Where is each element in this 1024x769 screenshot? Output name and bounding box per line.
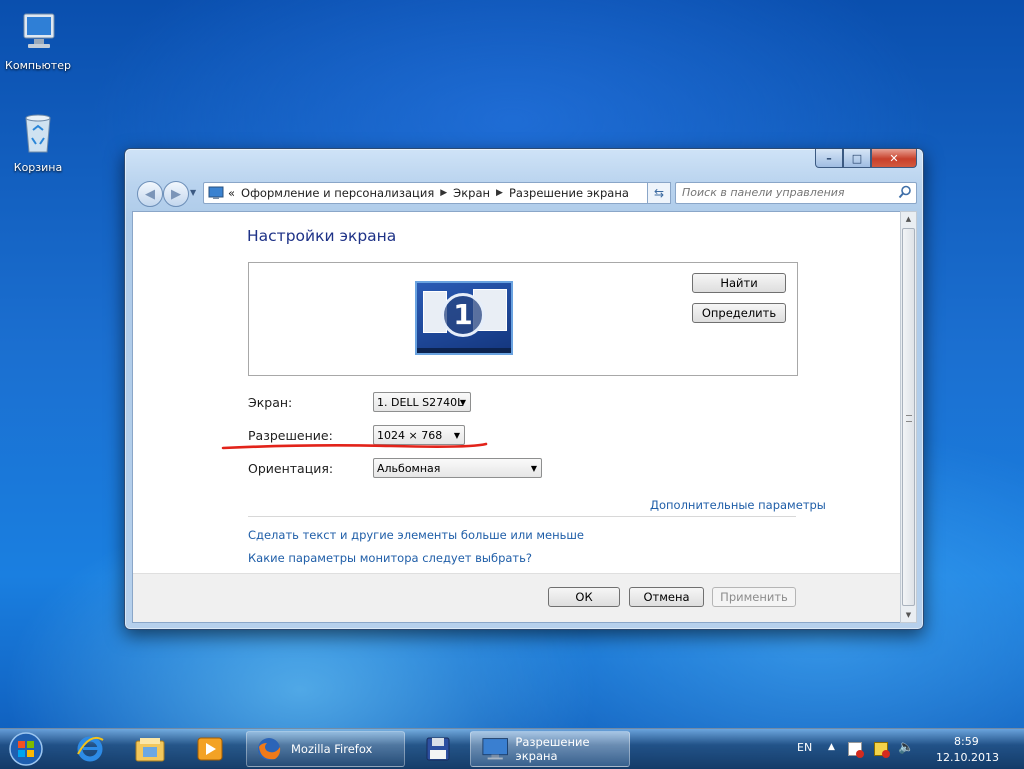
apply-button[interactable]: Применить [712,587,796,607]
recycle-bin-icon [25,114,51,153]
action-center-icon[interactable] [848,742,864,758]
identify-button[interactable]: Определить [692,303,786,323]
grip-icon [906,415,912,422]
ok-button[interactable]: ОК [548,587,620,607]
text-size-link[interactable]: Сделать текст и другие элементы больше и… [248,528,584,542]
search-input[interactable] [676,183,892,201]
maximize-icon: □ [851,151,863,165]
minimize-button[interactable]: – [815,149,843,168]
address-overflow[interactable]: « [228,186,235,200]
pinned-explorer[interactable] [122,731,178,767]
back-arrow-icon: ◀ [145,186,155,202]
breadcrumb-display[interactable]: Экран [453,186,490,200]
desktop-icon-computer[interactable]: Компьютер [0,10,76,72]
chevron-down-icon: ▼ [530,464,537,473]
clock-date[interactable]: 12.10.2013 [936,751,999,764]
desktop-icon-label: Корзина [13,161,63,174]
pinned-internet-explorer[interactable] [62,731,118,767]
cancel-button[interactable]: Отмена [629,587,704,607]
taskbar-thumbnail [417,348,511,353]
close-icon: ✕ [889,151,899,165]
scroll-thumb[interactable] [902,228,915,606]
monitor-1-thumbnail[interactable]: 1 [415,281,513,355]
chevron-down-icon: ▼ [459,398,466,407]
volume-icon[interactable]: 🔈 [898,740,914,755]
display-dropdown[interactable]: 1. DELL S2740L ▼ [373,392,471,412]
breadcrumb-screen-resolution[interactable]: Разрешение экрана [509,186,629,200]
control-panel-icon [208,186,224,199]
pinned-media-player[interactable] [182,731,238,767]
explorer-icon [135,738,165,762]
task-label: Mozilla Firefox [291,742,373,756]
action-center-x-icon [856,750,864,758]
show-hidden-icons-button[interactable]: ▲ [828,742,835,752]
task-firefox[interactable]: Mozilla Firefox [246,731,405,767]
divider [248,516,796,517]
page-title: Настройки экрана [247,227,397,245]
media-player-icon [197,737,223,761]
forward-button[interactable]: ▶ [163,181,189,207]
desktop-icon-label: Компьютер [5,59,71,72]
network-icon[interactable] [874,742,890,758]
pinned-floppy[interactable] [410,731,466,767]
display-value: 1. DELL S2740L [377,396,464,409]
display-settings-icon [482,738,508,760]
orientation-dropdown[interactable]: Альбомная ▼ [373,458,542,478]
network-x-icon [882,750,890,758]
desktop-icon-recycle-bin[interactable]: Корзина [0,112,76,174]
content-pane: Настройки экрана 1 Найти Определить Экра… [132,211,901,623]
orientation-label: Ориентация: [248,461,334,476]
ie-icon [77,736,104,762]
navigation-bar: ◀ ▶ ▼ « Оформление и персонализация ▶ Эк… [133,179,917,207]
dialog-footer: ОК Отмена Применить [133,573,900,622]
search-box [675,182,917,204]
which-settings-link[interactable]: Какие параметры монитора следует выбрать… [248,551,532,565]
address-bar[interactable]: « Оформление и персонализация ▶ Экран ▶ … [203,182,665,204]
task-label: Разрешение экрана [515,735,590,763]
advanced-settings-link[interactable]: Дополнительные параметры [650,498,826,512]
vertical-scrollbar[interactable]: ▲ ▼ [900,211,917,623]
task-screen-resolution[interactable]: Разрешение экрана [470,731,630,767]
history-dropdown[interactable]: ▼ [190,188,196,197]
monitor-preview-area: 1 Найти Определить [248,262,798,376]
language-indicator[interactable]: EN [797,741,812,754]
forward-arrow-icon: ▶ [171,186,181,202]
close-button[interactable]: ✕ [871,149,917,168]
breadcrumb-separator-icon[interactable]: ▶ [496,188,503,198]
taskbar: Mozilla Firefox Разрешение экрана EN ▲ 🔈… [0,728,1024,769]
breadcrumb-separator-icon[interactable]: ▶ [440,188,447,198]
detect-button[interactable]: Найти [692,273,786,293]
search-icon[interactable] [898,185,912,199]
display-label: Экран: [248,395,293,410]
back-button[interactable]: ◀ [137,181,163,207]
caption-buttons: – □ ✕ [815,149,917,168]
refresh-icon: ⇆ [653,186,665,200]
maximize-button[interactable]: □ [843,149,871,168]
screen-resolution-window: – □ ✕ ◀ ▶ ▼ « Оформление и персонализаци… [124,148,924,630]
monitor-number: 1 [441,293,485,337]
breadcrumb-personalization[interactable]: Оформление и персонализация [241,186,434,200]
refresh-button[interactable]: ⇆ [647,182,671,204]
start-button[interactable] [6,731,46,767]
firefox-icon [258,738,281,760]
computer-icon [23,13,55,48]
orientation-value: Альбомная [377,462,441,475]
scroll-up-icon[interactable]: ▲ [901,212,916,226]
clock-time[interactable]: 8:59 [954,735,979,748]
red-underline-annotation [221,442,488,450]
scroll-down-icon[interactable]: ▼ [901,608,916,622]
minimize-icon: – [826,151,832,165]
floppy-icon [426,737,450,761]
